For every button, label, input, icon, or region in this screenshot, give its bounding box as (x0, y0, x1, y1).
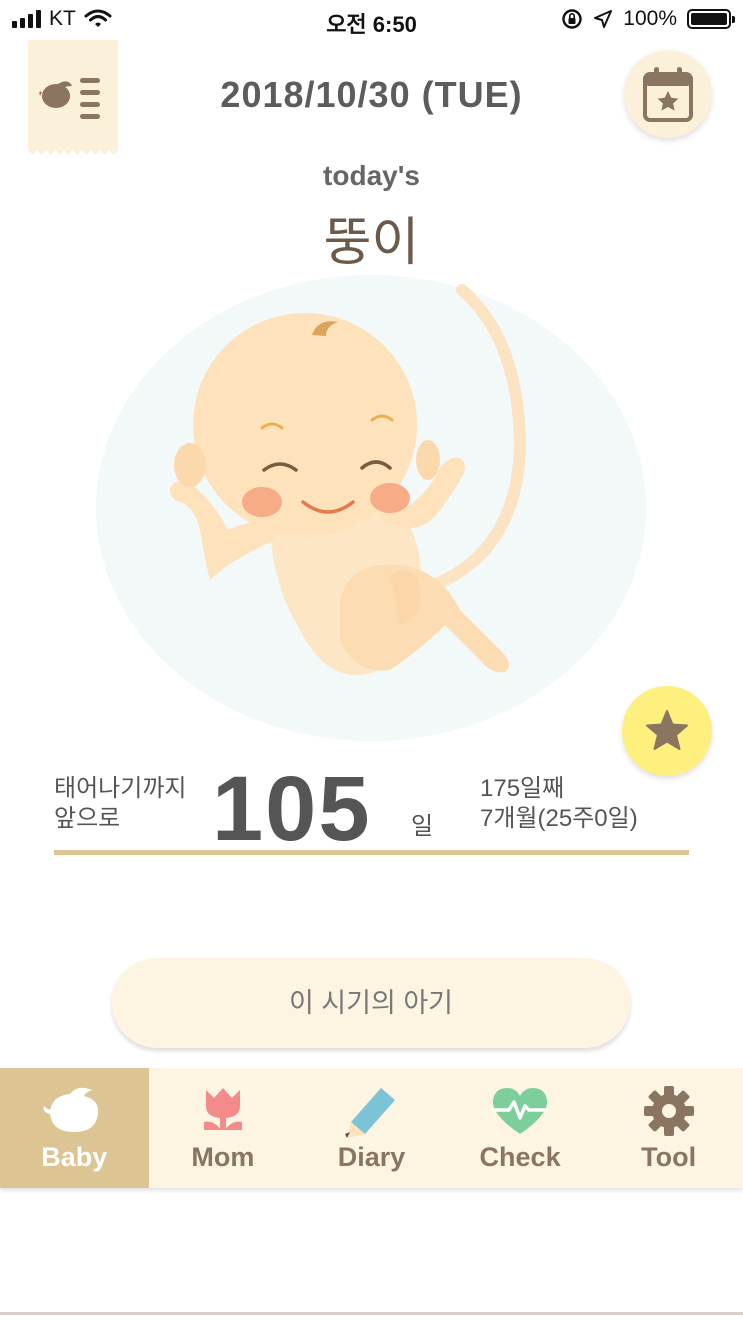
battery-percent: 100% (623, 7, 677, 30)
todays-label: today's (323, 160, 420, 191)
bird-icon (43, 1087, 99, 1132)
days-unit: 일 (411, 813, 434, 840)
status-right: 100% (561, 7, 735, 31)
tab-check-label: Check (479, 1142, 561, 1172)
calendar-star-icon (643, 67, 693, 122)
tab-bar: Baby Mom Diary Check Tool (0, 1068, 743, 1188)
status-bar: KT 오전 6:50 100% (0, 0, 743, 40)
pregnancy-info: 175일째 7개월(25주0일) (480, 774, 638, 834)
calendar-button[interactable] (624, 50, 712, 138)
bottom-divider (0, 1312, 743, 1315)
star-icon (646, 710, 688, 750)
tab-tool-label: Tool (641, 1142, 697, 1172)
countdown-label-line1: 태어나기까지 (54, 775, 187, 802)
battery-icon (687, 9, 735, 29)
heart-pulse-icon (491, 1088, 549, 1134)
tab-check[interactable]: Check (446, 1068, 595, 1188)
tab-mom-label: Mom (191, 1142, 255, 1172)
tab-tool[interactable]: Tool (594, 1068, 743, 1188)
baby-this-period-button[interactable]: 이 시기의 아기 (112, 958, 630, 1048)
baby-name: 뚱이 (323, 214, 420, 272)
countdown-divider (54, 850, 689, 855)
pencil-icon (345, 1088, 396, 1138)
tab-diary[interactable]: Diary (297, 1068, 446, 1188)
fetus-illustration (96, 275, 646, 741)
tulip-icon (203, 1088, 242, 1130)
tab-baby-label: Baby (41, 1142, 108, 1172)
tab-mom[interactable]: Mom (149, 1068, 298, 1188)
countdown-label-line2: 앞으로 (54, 805, 121, 832)
birth-countdown: 태어나기까지 앞으로 105 일 175일째 7개월(25주0일) (54, 763, 689, 860)
location-arrow-icon (594, 10, 613, 28)
gear-icon (643, 1086, 694, 1136)
orientation-lock-icon (562, 9, 582, 29)
favorite-button[interactable] (622, 686, 712, 776)
tab-baby[interactable]: Baby (0, 1068, 149, 1188)
battery-fill (691, 13, 727, 25)
zigzag-edge (28, 148, 118, 155)
day-count: 175일째 (480, 775, 565, 802)
days-remaining: 105 (212, 758, 372, 860)
countdown-label: 태어나기까지 앞으로 (54, 774, 186, 834)
month-week: 7개월(25주0일) (480, 805, 638, 832)
tab-diary-label: Diary (337, 1142, 406, 1172)
